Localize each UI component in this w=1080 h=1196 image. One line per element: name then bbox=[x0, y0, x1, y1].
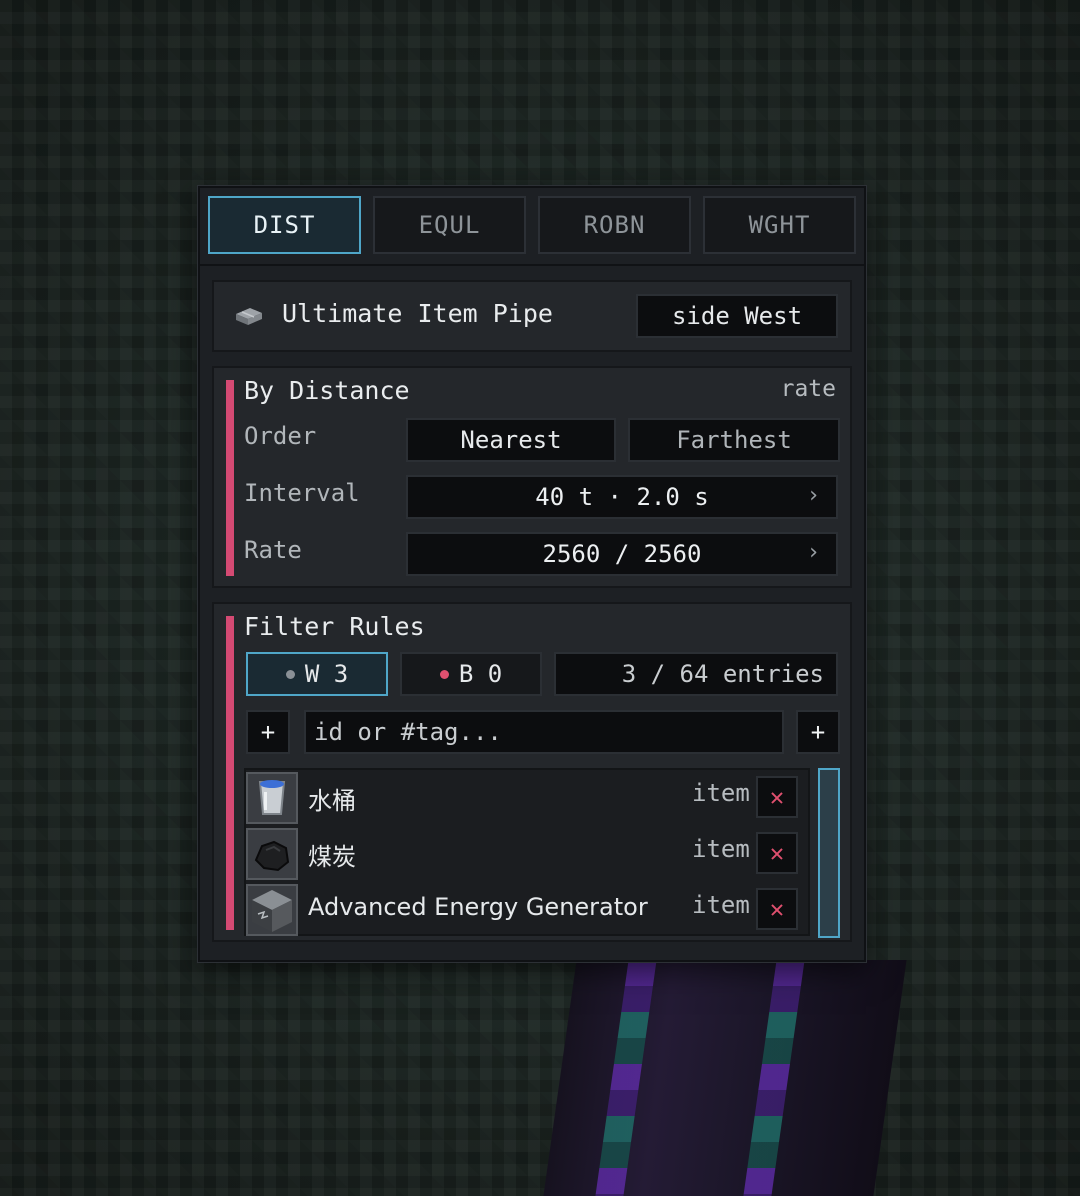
delete-icon[interactable]: ✕ bbox=[756, 888, 798, 930]
pipe-header: Ultimate Item Pipe side West bbox=[212, 280, 852, 352]
list-item[interactable]: 煤炭 item ✕ bbox=[246, 826, 808, 882]
blacklist-button[interactable]: B 0 bbox=[400, 652, 542, 696]
order-farthest-button[interactable]: Farthest bbox=[628, 418, 840, 462]
interval-label: Interval bbox=[244, 479, 360, 507]
delete-icon[interactable]: ✕ bbox=[756, 776, 798, 818]
tab-equl[interactable]: EQUL bbox=[373, 196, 526, 254]
filter-list: 水桶 item ✕ 煤炭 item ✕ Advanced Energy Gene… bbox=[244, 768, 810, 936]
filter-section: Filter Rules W 3 B 0 3 / 64 entries + + bbox=[212, 602, 852, 942]
section-title: By Distance bbox=[244, 376, 410, 405]
interval-field[interactable]: 40 t · 2.0 s › bbox=[406, 475, 838, 519]
energy-generator-icon bbox=[246, 884, 298, 936]
pipe-title: Ultimate Item Pipe bbox=[282, 299, 553, 328]
pipe-icon bbox=[234, 304, 264, 328]
water-bucket-icon bbox=[246, 772, 298, 824]
tab-wght[interactable]: WGHT bbox=[703, 196, 856, 254]
whitelist-dot-icon bbox=[285, 669, 295, 679]
item-type: item bbox=[692, 891, 750, 919]
item-type: item bbox=[692, 835, 750, 863]
add-right-button[interactable]: + bbox=[796, 710, 840, 754]
order-nearest-button[interactable]: Nearest bbox=[406, 418, 616, 462]
chevron-right-icon: › bbox=[806, 540, 820, 565]
section-accent-bar bbox=[226, 616, 234, 930]
rate-field[interactable]: 2560 / 2560 › bbox=[406, 532, 838, 576]
section-accent-bar bbox=[226, 380, 234, 576]
interval-value: 40 t · 2.0 s bbox=[535, 483, 709, 511]
whitelist-button[interactable]: W 3 bbox=[246, 652, 388, 696]
divider bbox=[200, 264, 864, 266]
list-scrollbar[interactable] bbox=[818, 768, 840, 938]
item-name: 煤炭 bbox=[308, 843, 356, 871]
list-item[interactable]: Advanced Energy Generator item ✕ bbox=[246, 882, 808, 938]
rate-value: 2560 / 2560 bbox=[542, 540, 702, 568]
item-type: item bbox=[692, 779, 750, 807]
chevron-right-icon: › bbox=[806, 483, 820, 508]
item-name: Advanced Energy Generator bbox=[308, 893, 648, 921]
coal-icon bbox=[246, 828, 298, 880]
whitelist-label: W 3 bbox=[304, 660, 349, 688]
list-item[interactable]: 水桶 item ✕ bbox=[246, 770, 808, 826]
add-left-button[interactable]: + bbox=[246, 710, 290, 754]
entry-count: 3 / 64 entries bbox=[554, 652, 838, 696]
rate-row-label: Rate bbox=[244, 536, 302, 564]
filter-search-input[interactable] bbox=[304, 710, 784, 754]
rate-label: rate bbox=[780, 376, 836, 402]
background-pipe-column bbox=[543, 960, 907, 1196]
distance-section: By Distance rate Order Nearest Farthest … bbox=[212, 366, 852, 588]
side-selector[interactable]: side West bbox=[636, 294, 838, 338]
tab-dist[interactable]: DIST bbox=[208, 196, 361, 254]
blacklist-label: B 0 bbox=[458, 660, 503, 688]
tab-robn[interactable]: ROBN bbox=[538, 196, 691, 254]
order-label: Order bbox=[244, 422, 317, 450]
pipe-config-panel: DIST EQUL ROBN WGHT Ultimate Item Pipe s… bbox=[198, 186, 866, 962]
section-title: Filter Rules bbox=[244, 612, 425, 641]
mode-tabs: DIST EQUL ROBN WGHT bbox=[208, 196, 856, 254]
item-name: 水桶 bbox=[308, 787, 356, 815]
blacklist-dot-icon bbox=[439, 669, 449, 679]
delete-icon[interactable]: ✕ bbox=[756, 832, 798, 874]
